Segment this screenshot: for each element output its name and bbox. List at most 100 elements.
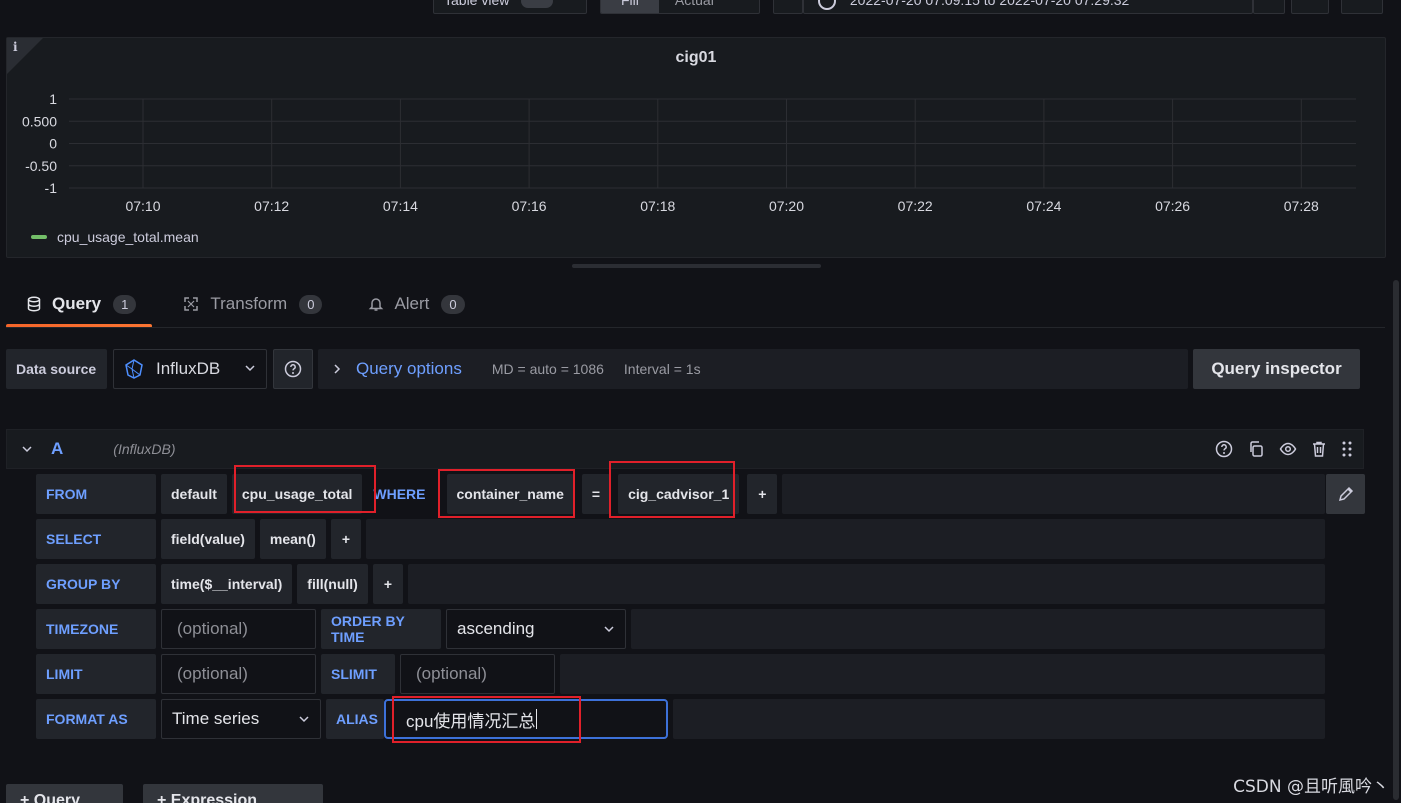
limit-input[interactable]: (optional) — [161, 654, 316, 694]
alias-input[interactable]: cpu使用情况汇总 — [384, 699, 668, 739]
query-name[interactable]: A — [51, 439, 63, 459]
datasource-picker[interactable]: InfluxDB — [113, 349, 267, 389]
format-row: FORMAT AS Time series ALIAS cpu使用情况汇总 — [36, 699, 1325, 739]
max-datapoints-info: MD = auto = 1086 — [491, 361, 604, 377]
x-tick-label: 07:16 — [512, 198, 547, 214]
pencil-icon — [1337, 485, 1355, 503]
x-tick-label: 07:20 — [769, 198, 804, 214]
query-inspector-button[interactable]: Query inspector — [1193, 349, 1360, 389]
chevron-down-icon — [298, 713, 310, 725]
order-by-time-select[interactable]: ascending — [446, 609, 626, 649]
drag-handle-icon[interactable] — [1341, 440, 1353, 458]
chevron-right-icon — [332, 363, 342, 375]
table-view-label: Table view — [444, 0, 510, 8]
collapse-chevron-icon[interactable] — [21, 443, 33, 455]
x-tick-label: 07:26 — [1155, 198, 1190, 214]
legend[interactable]: cpu_usage_total.mean — [31, 229, 199, 245]
add-expression-button[interactable]: + Expression — [143, 784, 323, 803]
transform-icon — [182, 295, 200, 313]
trash-icon[interactable] — [1311, 440, 1327, 458]
add-query-label: + Query — [20, 792, 81, 803]
tab-transform[interactable]: Transform 0 — [162, 284, 338, 324]
time-back-button[interactable] — [773, 0, 803, 14]
order-by-time-value: ascending — [457, 619, 535, 638]
timezone-keyword: TIMEZONE — [36, 609, 156, 649]
add-group-by-button[interactable]: + — [372, 564, 404, 604]
where-tag-segment[interactable]: container_name — [446, 474, 574, 514]
group-time-segment[interactable]: time($__interval) — [161, 564, 293, 604]
group-fill-segment[interactable]: fill(null) — [297, 564, 368, 604]
text-caret — [536, 709, 538, 729]
help-icon[interactable] — [1215, 440, 1233, 458]
datasource-label: Data source — [6, 349, 107, 389]
editor-tabs: Query 1 Transform 0 Alert 0 — [6, 284, 491, 328]
watermark: CSDN @且听風吟丶 — [1233, 777, 1389, 797]
select-row-filler — [366, 519, 1325, 559]
from-row: FROM default cpu_usage_total WHERE conta… — [36, 474, 1325, 514]
order-by-time-keyword: ORDER BY TIME — [321, 609, 441, 649]
actual-option[interactable]: Actual — [659, 0, 730, 13]
y-tick-label: 0 — [49, 136, 57, 152]
timezone-input[interactable]: (optional) — [161, 609, 316, 649]
x-tick-label: 07:18 — [640, 198, 675, 214]
from-row-filler — [782, 474, 1325, 514]
format-row-filler — [673, 699, 1325, 739]
fill-actual-radio[interactable]: Fill Actual — [600, 0, 760, 14]
query-actions — [1201, 440, 1353, 458]
duplicate-icon[interactable] — [1247, 440, 1265, 458]
influxdb-icon — [124, 359, 144, 379]
add-expression-label: + Expression — [157, 792, 258, 803]
format-as-value: Time series — [172, 709, 260, 728]
chevron-down-icon — [244, 359, 256, 379]
query-options-label[interactable]: Query options — [356, 359, 462, 379]
zoom-out-button[interactable] — [1291, 0, 1329, 14]
measurement-segment[interactable]: cpu_usage_total — [231, 474, 363, 514]
x-tick-label: 07:24 — [1026, 198, 1061, 214]
eye-icon[interactable] — [1279, 440, 1297, 458]
aggregation-segment[interactable]: mean() — [259, 519, 326, 559]
chart-plot: 1 0.500 0 -0.50 -1 07:10 07:12 07:14 07:16 07:18 0… — [22, 91, 1356, 214]
panel-resize-handle[interactable] — [572, 264, 821, 268]
table-view-toggle[interactable]: Table view — [433, 0, 587, 14]
tab-transform-label: Transform — [210, 294, 288, 313]
select-keyword: SELECT — [36, 519, 156, 559]
group-by-row: GROUP BY time($__interval) fill(null) + — [36, 564, 1325, 604]
x-tick-label: 07:28 — [1284, 198, 1319, 214]
toggle-raw-query-button[interactable] — [1326, 474, 1365, 514]
scrollbar[interactable] — [1393, 280, 1399, 800]
toggle-switch[interactable] — [521, 0, 554, 9]
where-value-segment[interactable]: cig_cadvisor_1 — [618, 474, 740, 514]
limit-row: LIMIT (optional) SLIMIT (optional) — [36, 654, 1325, 694]
datasource-help-button[interactable] — [273, 349, 313, 389]
tab-alert-count: 0 — [441, 294, 465, 314]
tab-query-count: 1 — [113, 294, 137, 314]
tabs-divider — [6, 327, 1385, 328]
time-forward-button[interactable] — [1253, 0, 1285, 14]
add-query-button[interactable]: + Query — [6, 784, 123, 803]
query-options-bar[interactable]: Query options MD = auto = 1086 Interval … — [318, 349, 1188, 389]
select-row: SELECT field(value) mean() + — [36, 519, 1325, 559]
legend-label: cpu_usage_total.mean — [57, 229, 199, 245]
fill-option[interactable]: Fill — [601, 0, 659, 13]
where-keyword: WHERE — [373, 486, 426, 502]
format-as-select[interactable]: Time series — [161, 699, 321, 739]
tab-alert[interactable]: Alert 0 — [348, 284, 480, 324]
retention-policy-segment[interactable]: default — [161, 474, 227, 514]
time-range-picker[interactable]: 2022-07-20 07:09:15 to 2022-07-20 07:29:… — [803, 0, 1253, 14]
add-where-button[interactable]: + — [747, 474, 778, 514]
where-operator-segment[interactable]: = — [581, 474, 611, 514]
top-toolbar: Table view Fill Actual 2022-07-20 07:09:… — [0, 0, 1401, 18]
limit-row-filler — [560, 654, 1325, 694]
tab-query[interactable]: Query 1 — [6, 284, 153, 328]
field-segment[interactable]: field(value) — [161, 519, 255, 559]
y-tick-label: 0.500 — [22, 113, 57, 129]
add-select-button[interactable]: + — [330, 519, 361, 559]
query-header: A (InfluxDB) — [6, 429, 1364, 469]
y-tick-label: -0.50 — [25, 158, 57, 174]
datasource-name: InfluxDB — [156, 359, 221, 378]
x-tick-label: 07:14 — [383, 198, 418, 214]
bell-icon — [368, 296, 384, 312]
refresh-button[interactable] — [1341, 0, 1383, 14]
slimit-keyword: SLIMIT — [321, 654, 395, 694]
slimit-input[interactable]: (optional) — [400, 654, 555, 694]
